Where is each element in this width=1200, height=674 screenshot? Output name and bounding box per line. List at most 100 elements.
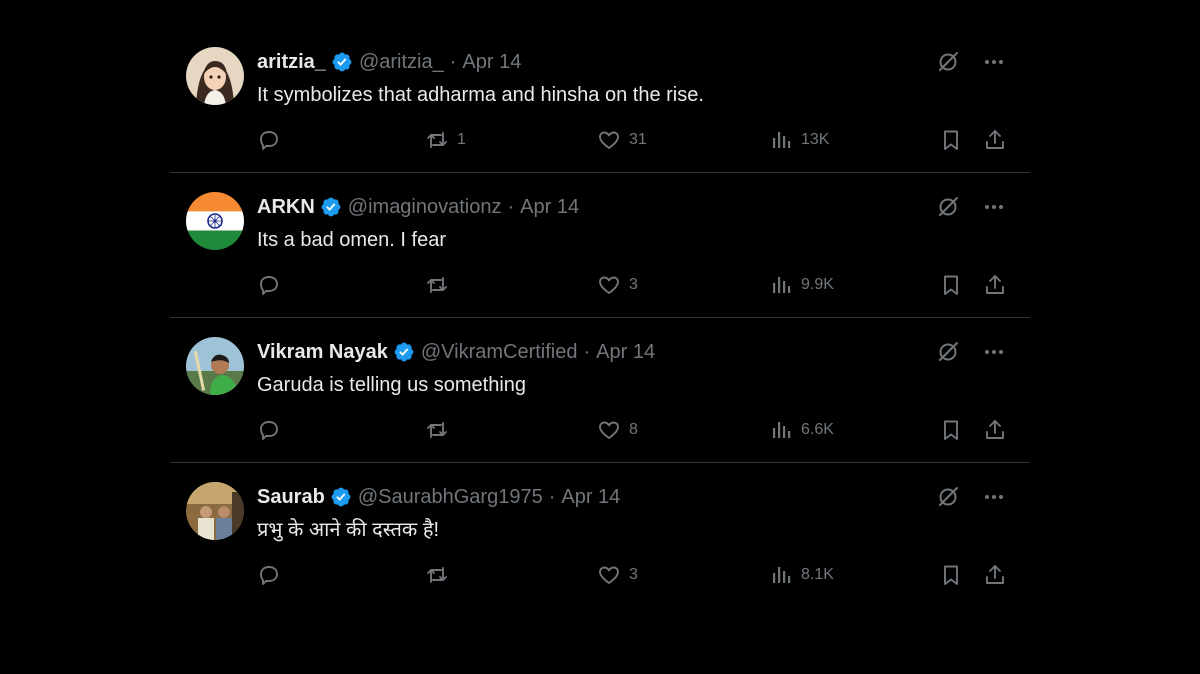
like-count: 3 — [629, 566, 638, 583]
author-name[interactable]: Saurab — [257, 485, 325, 509]
tweet-text: प्रभु के आने की दस्तक है! — [257, 519, 439, 541]
tweet-top-actions — [936, 485, 1006, 509]
views-count: 8.1K — [801, 566, 834, 583]
bookmark-icon — [939, 273, 963, 297]
like-button[interactable]: 3 — [597, 563, 638, 587]
more-icon[interactable] — [982, 195, 1006, 219]
views-count: 13K — [801, 131, 830, 148]
retweet-count: 1 — [457, 131, 466, 148]
share-icon — [983, 563, 1007, 587]
reply-feed: aritzia_ @aritzia_ · Apr 14 It symbolize… — [0, 0, 1200, 674]
author-handle[interactable]: @VikramCertified — [421, 340, 578, 364]
share-button[interactable] — [983, 563, 1007, 587]
bookmark-button[interactable] — [939, 563, 963, 587]
views-icon — [769, 128, 793, 152]
views-button[interactable]: 13K — [769, 128, 829, 152]
like-count: 8 — [629, 421, 638, 438]
avatar[interactable] — [186, 482, 244, 540]
tweet-actions: 3 8.1K — [257, 563, 1010, 589]
more-icon[interactable] — [982, 340, 1006, 364]
retweet-icon — [425, 563, 449, 587]
retweet-icon — [425, 128, 449, 152]
share-icon — [983, 128, 1007, 152]
like-icon — [597, 563, 621, 587]
author-handle[interactable]: @SaurabhGarg1975 — [358, 485, 543, 509]
views-count: 9.9K — [801, 276, 834, 293]
tweet-actions: 8 6.6K — [257, 418, 1010, 444]
grok-icon[interactable] — [936, 340, 960, 364]
bookmark-button[interactable] — [939, 273, 963, 297]
bookmark-icon — [939, 563, 963, 587]
tweet-card[interactable]: aritzia_ @aritzia_ · Apr 14 It symbolize… — [170, 28, 1030, 173]
tweet-header: aritzia_ @aritzia_ · Apr 14 — [257, 50, 521, 74]
like-count: 3 — [629, 276, 638, 293]
more-icon[interactable] — [982, 485, 1006, 509]
views-icon — [769, 273, 793, 297]
tweet-list: aritzia_ @aritzia_ · Apr 14 It symbolize… — [170, 28, 1030, 608]
tweet-top-actions — [936, 340, 1006, 364]
meta-separator: · — [507, 196, 515, 218]
like-button[interactable]: 3 — [597, 273, 638, 297]
views-button[interactable]: 9.9K — [769, 273, 834, 297]
reply-icon — [257, 563, 281, 587]
meta-separator: · — [449, 51, 457, 73]
reply-button[interactable] — [257, 563, 281, 587]
reply-button[interactable] — [257, 128, 281, 152]
author-name[interactable]: Vikram Nayak — [257, 340, 388, 364]
tweet-actions: 1 31 13K — [257, 128, 1010, 154]
views-icon — [769, 563, 793, 587]
tweet-card[interactable]: Vikram Nayak @VikramCertified · Apr 14 G… — [170, 318, 1030, 463]
like-button[interactable]: 31 — [597, 128, 647, 152]
tweet-card[interactable]: ARKN @imaginovationz · Apr 14 Its a bad … — [170, 173, 1030, 318]
retweet-button[interactable] — [425, 418, 457, 442]
verified-badge-icon — [320, 196, 342, 218]
bookmark-button[interactable] — [939, 128, 963, 152]
author-name[interactable]: aritzia_ — [257, 50, 326, 74]
grok-icon[interactable] — [936, 485, 960, 509]
bookmark-button[interactable] — [939, 418, 963, 442]
meta-separator: · — [583, 341, 591, 363]
verified-badge-icon — [330, 486, 352, 508]
retweet-button[interactable] — [425, 273, 457, 297]
avatar[interactable] — [186, 47, 244, 105]
tweet-header: Vikram Nayak @VikramCertified · Apr 14 — [257, 340, 655, 364]
share-button[interactable] — [983, 273, 1007, 297]
tweet-text: Garuda is telling us something — [257, 374, 527, 396]
author-handle[interactable]: @aritzia_ — [359, 50, 444, 74]
share-button[interactable] — [983, 418, 1007, 442]
like-count: 31 — [629, 131, 647, 148]
verified-badge-icon — [393, 341, 415, 363]
tweet-header: Saurab @SaurabhGarg1975 · Apr 14 — [257, 485, 620, 509]
avatar[interactable] — [186, 337, 244, 395]
bookmark-icon — [939, 128, 963, 152]
retweet-button[interactable]: 1 — [425, 128, 466, 152]
reply-button[interactable] — [257, 273, 281, 297]
author-name[interactable]: ARKN — [257, 195, 315, 219]
retweet-icon — [425, 273, 449, 297]
tweet-card[interactable]: Saurab @SaurabhGarg1975 · Apr 14 प्रभु क… — [170, 463, 1030, 608]
tweet-date[interactable]: Apr 14 — [561, 485, 620, 509]
tweet-date[interactable]: Apr 14 — [462, 50, 521, 74]
avatar[interactable] — [186, 192, 244, 250]
views-button[interactable]: 6.6K — [769, 418, 834, 442]
tweet-date[interactable]: Apr 14 — [520, 195, 579, 219]
reply-icon — [257, 128, 281, 152]
like-icon — [597, 418, 621, 442]
tweet-text: Its a bad omen. I fear — [257, 229, 446, 251]
share-button[interactable] — [983, 128, 1007, 152]
grok-icon[interactable] — [936, 195, 960, 219]
share-icon — [983, 418, 1007, 442]
views-count: 6.6K — [801, 421, 834, 438]
like-button[interactable]: 8 — [597, 418, 638, 442]
tweet-header: ARKN @imaginovationz · Apr 14 — [257, 195, 579, 219]
tweet-actions: 3 9.9K — [257, 273, 1010, 299]
grok-icon[interactable] — [936, 50, 960, 74]
like-icon — [597, 273, 621, 297]
retweet-button[interactable] — [425, 563, 457, 587]
reply-button[interactable] — [257, 418, 281, 442]
reply-icon — [257, 418, 281, 442]
tweet-date[interactable]: Apr 14 — [596, 340, 655, 364]
more-icon[interactable] — [982, 50, 1006, 74]
author-handle[interactable]: @imaginovationz — [348, 195, 502, 219]
views-button[interactable]: 8.1K — [769, 563, 834, 587]
